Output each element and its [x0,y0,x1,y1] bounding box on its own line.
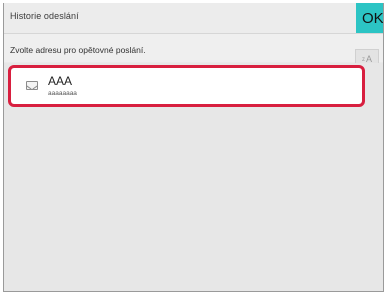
send-history-screen: Historie odeslání OK Zvolte adresu pro o… [0,0,387,295]
instruction-text: Zvolte adresu pro opětovné poslání. [10,45,146,55]
ok-button[interactable]: OK [356,3,383,33]
email-icon [26,81,38,90]
instruction-row: Zvolte adresu pro opětovné poslání. zA [4,34,383,65]
history-list: AAA aaaaaaaa [4,63,383,291]
title-bar: Historie odeslání OK [4,3,383,34]
list-item[interactable]: AAA aaaaaaaa [8,65,365,107]
list-item-name: AAA [48,74,73,88]
dialog-frame: Historie odeslání OK Zvolte adresu pro o… [3,3,384,292]
page-title: Historie odeslání [10,11,79,21]
list-item-address: aaaaaaaa [48,90,77,97]
